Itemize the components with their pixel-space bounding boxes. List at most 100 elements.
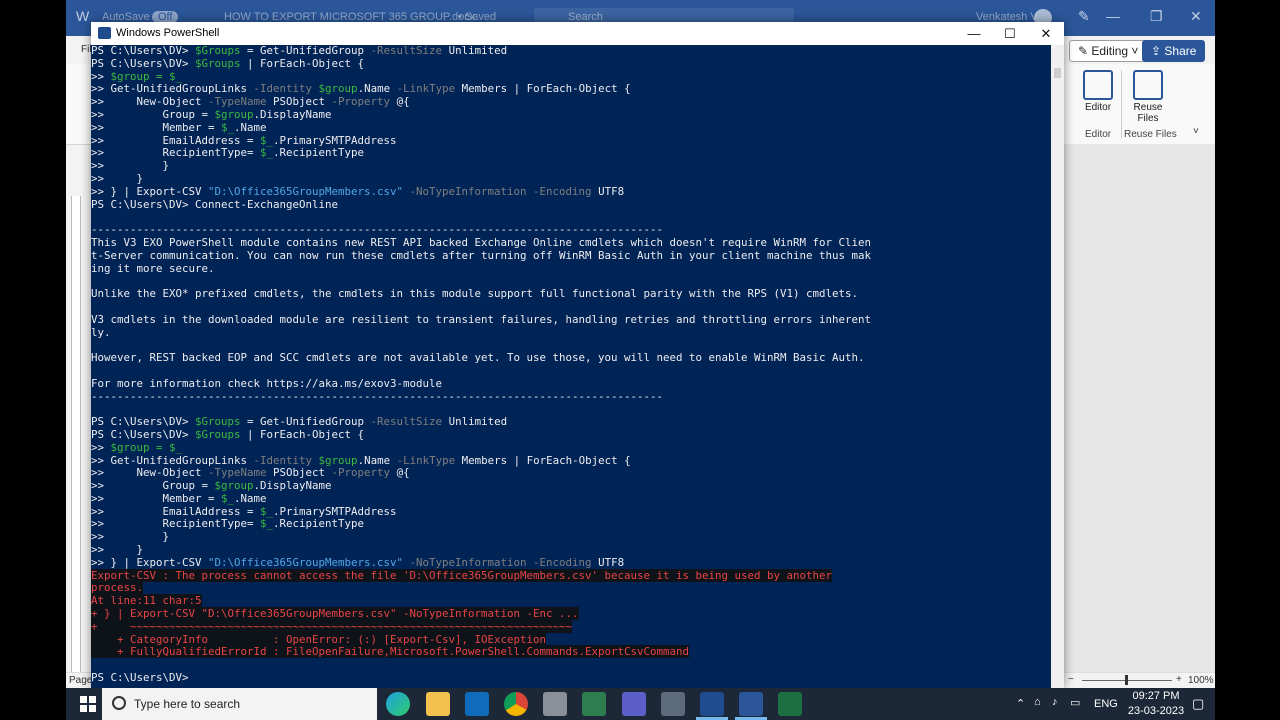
pen-icon[interactable]: ✎ <box>1078 8 1090 25</box>
clock-date[interactable]: 23-03-2023 <box>1126 705 1186 720</box>
console-text: UTF8 <box>591 184 625 198</box>
letterbox-left <box>0 0 66 720</box>
word-taskbar-icon[interactable] <box>739 692 763 716</box>
console-scrollbar-thumb[interactable] <box>1054 68 1061 78</box>
chrome-icon[interactable] <box>504 692 528 716</box>
editing-mode-button[interactable]: ✎ Editing ˅ <box>1069 40 1148 62</box>
powershell-title-bar[interactable]: Windows PowerShell — ☐ ✕ <box>91 22 1064 45</box>
maximize-button[interactable]: ☐ <box>992 22 1028 45</box>
console-text: .RecipientType <box>273 146 365 160</box>
outlook-icon[interactable] <box>465 692 489 716</box>
console-text: -LinkType <box>396 453 456 467</box>
console-text: PS C:\Users\DV> <box>91 427 196 441</box>
console-text: + ~~~~~~~~~~~~~~~~~~~~~~~~~~~~~~~~~~~~~~… <box>91 619 573 633</box>
share-label: Share <box>1164 44 1197 58</box>
installer-icon[interactable] <box>582 692 606 716</box>
share-button[interactable]: ⇪ Share <box>1142 40 1206 62</box>
console-text: $_ <box>221 491 235 505</box>
word-document-area <box>1063 144 1215 672</box>
zoom-out-icon[interactable]: − <box>1068 674 1074 685</box>
console-text: $group = $_ <box>110 69 183 83</box>
file-explorer-icon[interactable] <box>426 692 450 716</box>
console-line: Export-CSV : The process cannot access t… <box>91 568 1051 583</box>
console-line: t-Server communication. You can now run … <box>91 249 1051 263</box>
desktop: W AutoSave Off HOW TO EXPORT MICROSOFT 3… <box>66 0 1215 720</box>
console-text: $group <box>214 107 254 121</box>
powershell-window[interactable]: Windows PowerShell — ☐ ✕ PS C:\Users\DV>… <box>91 22 1064 688</box>
console-text: .RecipientType <box>273 517 365 531</box>
ribbon-separator <box>1121 70 1122 138</box>
console-text: -Property <box>331 95 391 109</box>
console-scrollbar[interactable] <box>1051 45 1064 688</box>
console-line: V3 cmdlets in the downloaded module are … <box>91 312 1051 327</box>
console-text: >> } <box>91 171 144 185</box>
console-text: .PrimarySMTPAddress <box>273 504 397 518</box>
console-text: V3 cmdlets in the downloaded module are … <box>91 312 872 326</box>
console-text: .PrimarySMTPAddress <box>273 133 397 147</box>
console-text: $_ <box>221 120 235 134</box>
language-indicator[interactable]: ENG <box>1094 698 1118 720</box>
console-line: PS C:\Users\DV> $Groups | ForEach-Object… <box>91 57 1051 71</box>
reuse-files-button[interactable]: Reuse Files <box>1128 64 1168 124</box>
battery-icon[interactable]: ▭ <box>1070 696 1080 720</box>
word-minimize-icon[interactable]: — <box>1106 8 1120 24</box>
close-button[interactable]: ✕ <box>1028 22 1064 45</box>
console-text: $Groups <box>195 45 241 57</box>
console-line: PS C:\Users\DV> <box>91 671 1051 685</box>
console-text: $_ <box>260 133 274 147</box>
console-line: >> } <box>91 159 1051 173</box>
console-text: $group <box>214 479 254 493</box>
calculator-icon[interactable] <box>661 692 685 716</box>
console-text: ----------------------------------------… <box>91 389 664 403</box>
console-text: >> Get-UnifiedGroupLinks <box>91 453 254 467</box>
teams-icon[interactable] <box>622 692 646 716</box>
snipping-tool-icon[interactable] <box>543 692 567 716</box>
console-text: $Groups <box>195 415 241 429</box>
console-text: $_ <box>260 504 274 518</box>
console-text: -Property <box>331 466 391 480</box>
console-text: .Name <box>234 491 267 505</box>
console-text: + } | Export-CSV "D:\Office365GroupMembe… <box>91 607 579 621</box>
search-icon <box>112 696 126 710</box>
console-text: >> EmailAddress = <box>91 133 261 147</box>
taskbar-search[interactable]: Type here to search <box>102 688 377 720</box>
word-app-icon[interactable]: W <box>76 8 89 24</box>
console-text: Unlimited <box>442 45 508 57</box>
console-text: -NoTypeInformation -Encoding <box>409 555 592 569</box>
zoom-level[interactable]: 100% <box>1188 675 1214 686</box>
console-text: $_ <box>260 146 274 160</box>
powershell-taskbar-icon[interactable] <box>700 692 724 716</box>
console-text: $_ <box>260 517 274 531</box>
console-text: process. <box>91 581 144 595</box>
speaker-icon[interactable]: ♪ <box>1052 696 1058 720</box>
minimize-button[interactable]: — <box>956 22 992 45</box>
pencil-icon: ✎ <box>1078 44 1092 58</box>
editor-button[interactable]: Editor <box>1077 64 1119 113</box>
word-restore-icon[interactable]: ❐ <box>1150 8 1163 25</box>
show-hidden-icons-chevron-icon[interactable]: ⌃ <box>1016 697 1025 720</box>
network-icon[interactable]: ⌂ <box>1034 696 1041 720</box>
console-text: = Get-UnifiedGroup <box>240 415 371 429</box>
console-text: >> New-Object <box>91 95 209 109</box>
ribbon-collapse-chevron-icon[interactable]: ˅ <box>1193 126 1199 137</box>
console-text: "D:\Office365GroupMembers.csv" <box>208 555 404 569</box>
powershell-console[interactable]: PS C:\Users\DV> $Groups = Get-UnifiedGro… <box>91 45 1051 688</box>
notifications-icon[interactable]: ▢ <box>1192 696 1204 720</box>
console-text: | ForEach-Object { <box>240 427 365 441</box>
console-text: PS C:\Users\DV> Connect-ExchangeOnline <box>91 197 339 211</box>
edge-browser-icon[interactable] <box>386 692 410 716</box>
console-text: .Name <box>234 120 267 134</box>
console-text: -NoTypeInformation -Encoding <box>409 184 592 198</box>
excel-taskbar-icon[interactable] <box>778 692 802 716</box>
console-text: >> } | Export-CSV <box>91 555 209 569</box>
console-text: Unlimited <box>442 415 508 429</box>
start-button[interactable] <box>72 688 102 720</box>
zoom-in-icon[interactable]: + <box>1176 674 1182 685</box>
word-close-icon[interactable]: ✕ <box>1190 8 1202 25</box>
editor-button-label: Editor <box>1084 102 1112 113</box>
zoom-slider-thumb[interactable] <box>1125 675 1128 685</box>
console-text: PSObject <box>266 95 332 109</box>
reuse-files-label-1: Reuse <box>1133 102 1163 113</box>
page-indicator[interactable]: Page <box>69 675 92 686</box>
